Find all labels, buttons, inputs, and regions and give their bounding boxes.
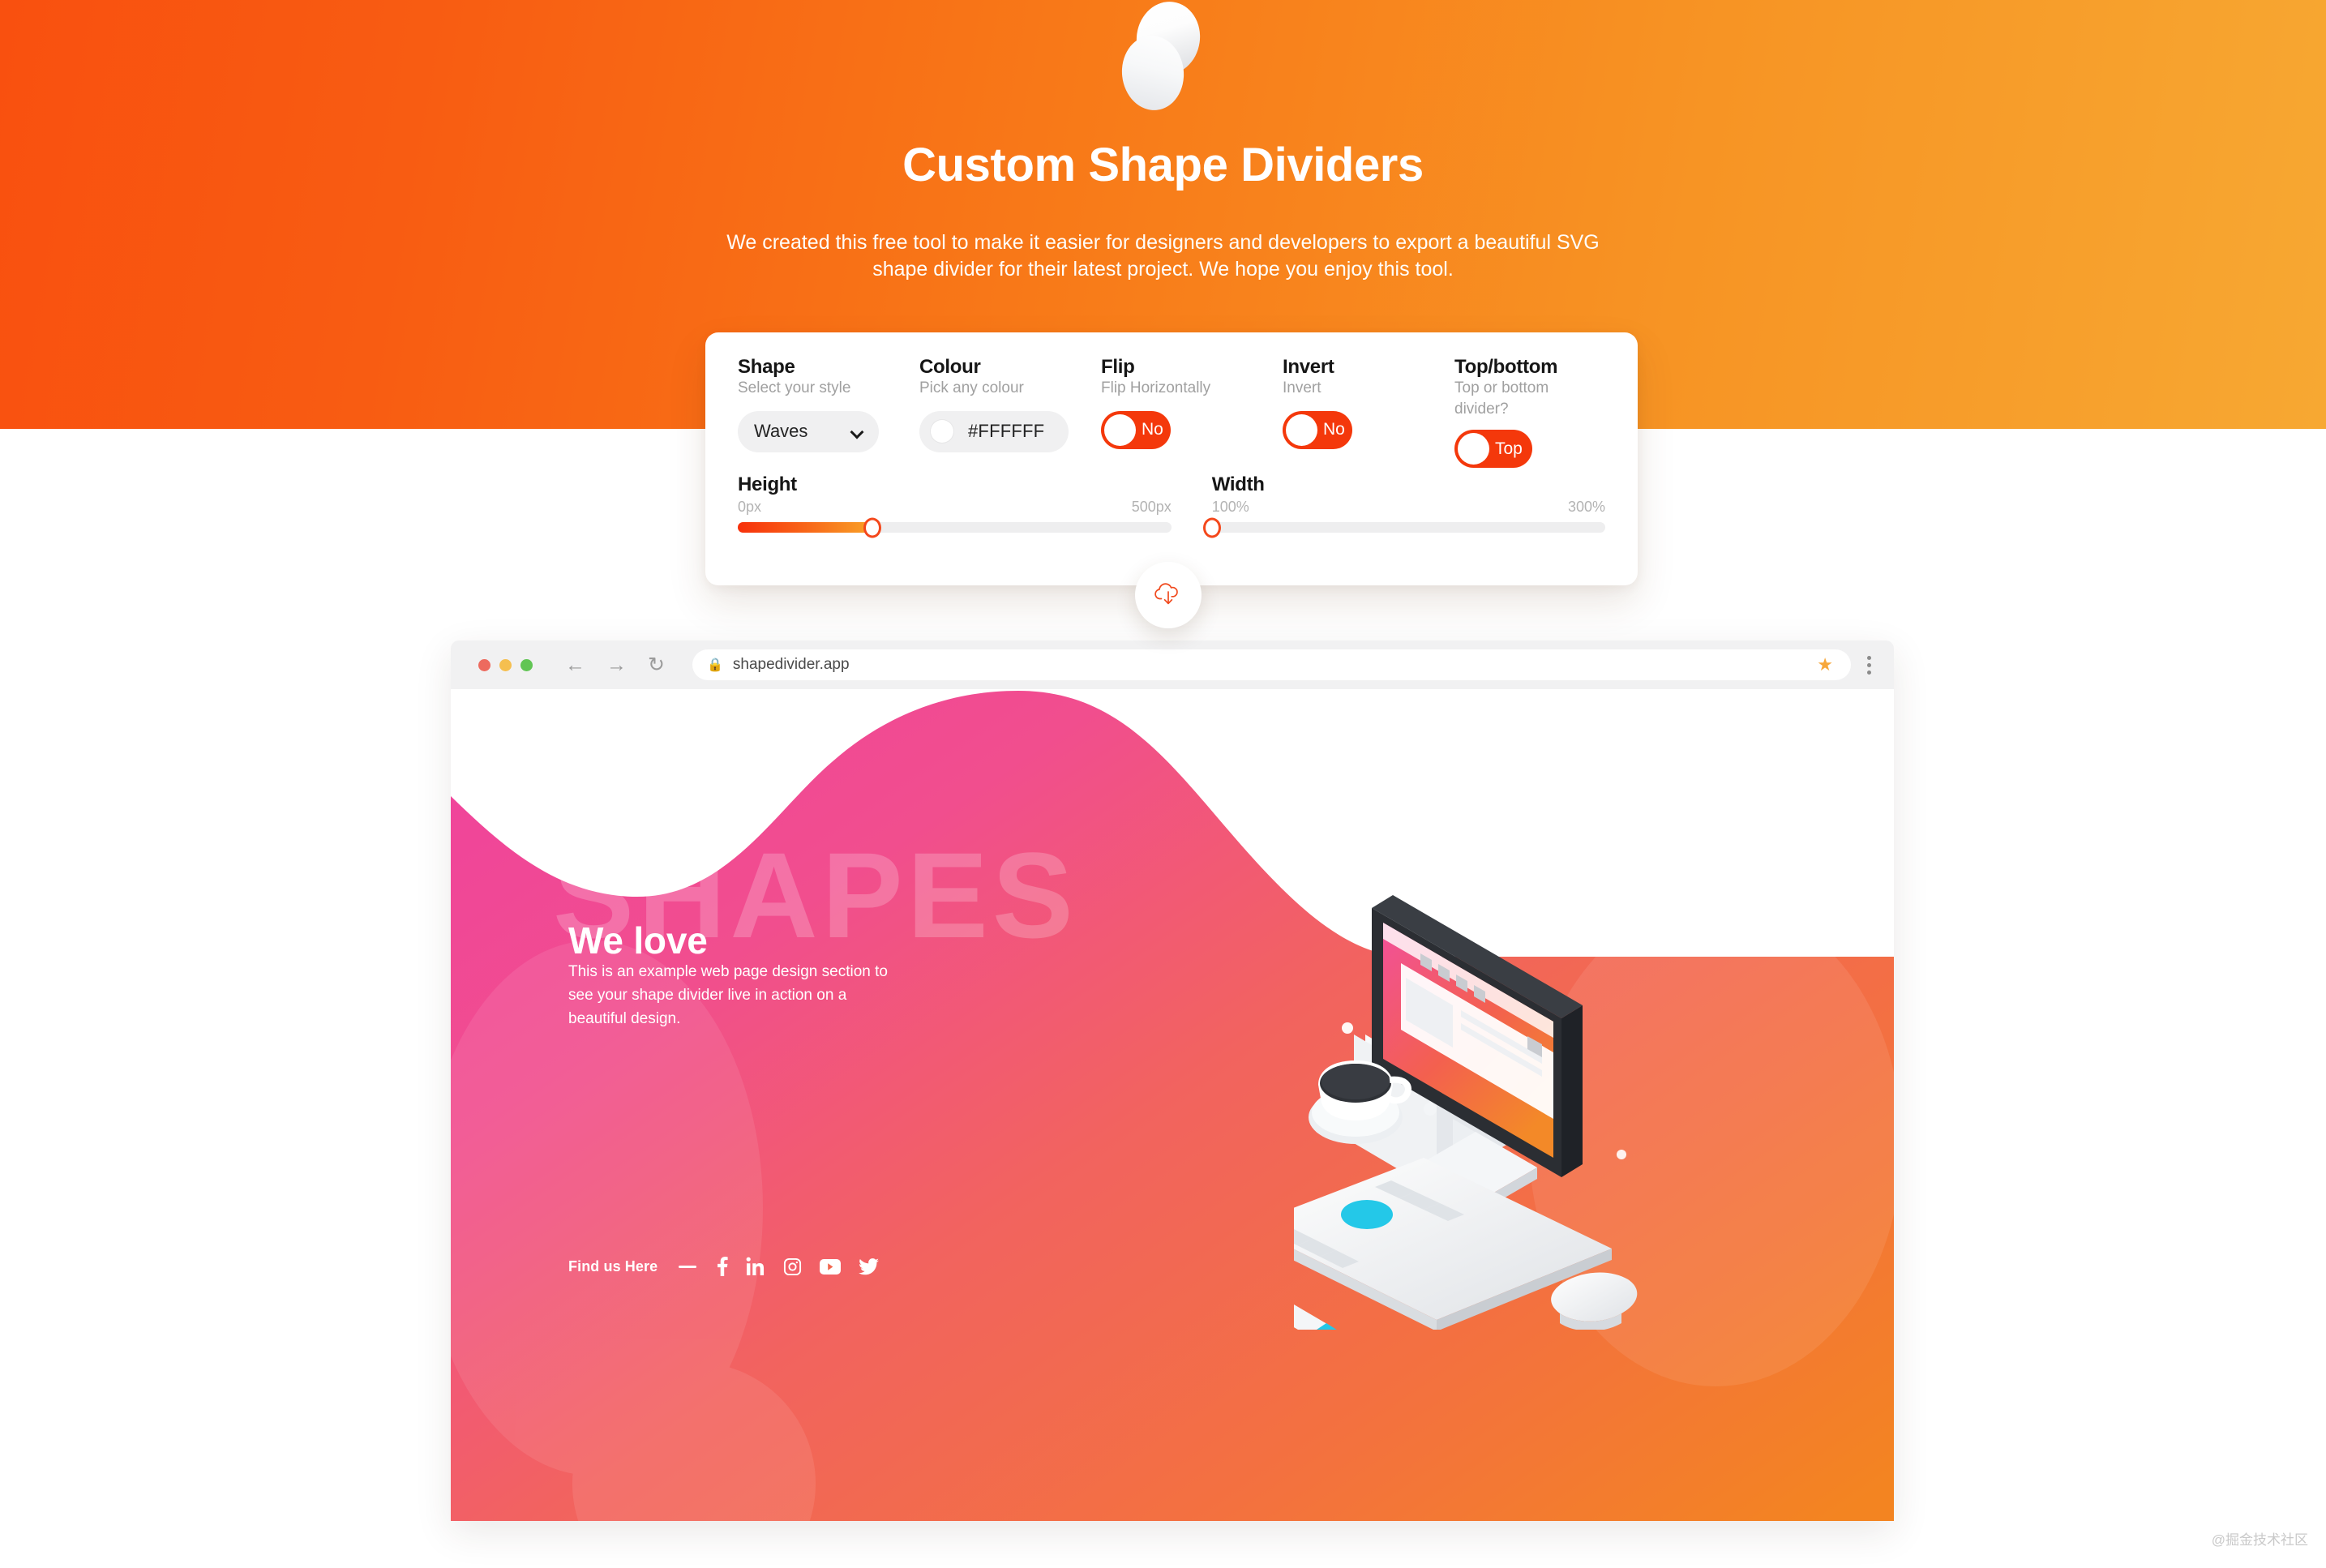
height-max-label: 500px [1131,499,1172,515]
controls-row: Shape Select your style Waves Colour Pic… [738,356,1605,469]
url-text: shapedivider.app [732,656,850,673]
width-min-label: 100% [1211,499,1249,515]
width-slider-thumb[interactable] [1202,517,1221,538]
preview-paragraph: This is an example web page design secti… [568,963,888,1027]
topbottom-label: Top/bottom [1454,356,1558,378]
height-slider-thumb[interactable] [863,517,881,538]
arrow-left-icon[interactable]: ← [565,654,585,675]
invert-toggle-knob [1286,413,1317,446]
arrow-right-icon[interactable]: → [606,654,627,675]
shape-select[interactable]: Waves [738,410,879,452]
topbottom-toggle-state: Top [1495,439,1523,458]
monitor [1354,895,1583,1208]
decor-dot [1617,1150,1626,1159]
linkedin-icon[interactable] [746,1257,765,1276]
minimize-window-icon[interactable] [499,658,512,671]
twitter-icon[interactable] [859,1257,880,1275]
control-flip: Flip Flip Horizontally No [1101,357,1283,449]
flip-toggle[interactable]: No [1101,410,1171,449]
topbottom-toggle[interactable]: Top [1454,430,1532,469]
window-traffic-lights [478,658,533,671]
width-scale: 100% 300% [1212,499,1605,516]
invert-toggle-state: No [1323,420,1345,439]
flip-toggle-knob [1104,413,1136,446]
height-slider[interactable] [738,517,1172,538]
colour-swatch[interactable] [931,420,953,443]
cloud-download-icon [1154,583,1178,605]
browser-toolbar: ← → ↻ 🔒 shapedivider.app ★ [451,640,1894,689]
close-window-icon[interactable] [478,658,490,671]
youtube-icon[interactable] [820,1258,842,1275]
social-label: Find us Here [568,1257,658,1275]
control-width: Width 100% 300% [1202,473,1605,538]
topbottom-toggle-knob [1458,433,1489,465]
height-scale: 0px 500px [738,499,1172,516]
invert-toggle[interactable]: No [1283,410,1352,449]
shapedivider-logo-icon [1118,0,1208,117]
height-slider-fill [738,522,872,533]
shape-label: Shape [738,356,795,378]
social-links: Find us Here [568,1257,880,1276]
computer-mouse [1551,1272,1638,1330]
topbottom-hint: Top or bottom divider? [1454,379,1549,418]
star-icon[interactable]: ★ [1817,654,1833,675]
shape-hint: Select your style [738,379,851,397]
chevron-down-icon [851,427,864,435]
height-min-label: 0px [738,499,762,515]
colour-label: Colour [919,356,981,378]
browser-mockup: ← → ↻ 🔒 shapedivider.app ★ SHAPES We lov… [451,640,1894,1521]
kebab-menu-icon[interactable] [1867,655,1871,675]
control-colour: Colour Pick any colour #FFFFFF [919,357,1101,452]
control-topbottom: Top/bottom Top or bottom divider? Top [1454,356,1605,469]
watermark: @掘金技术社区 [2211,1532,2308,1548]
divider-preview-stage: SHAPES We love This is an example web pa… [451,689,1894,1521]
preview-heading: We love [568,919,708,962]
page-subtitle: We created this free tool to make it eas… [726,231,1600,281]
instagram-icon[interactable] [783,1257,802,1276]
control-invert: Invert Invert No [1283,357,1454,449]
flip-label: Flip [1101,356,1135,378]
control-height: Height 0px 500px [738,473,1172,538]
flip-hint: Flip Horizontally [1101,379,1211,397]
width-max-label: 300% [1567,499,1605,515]
address-bar[interactable]: 🔒 shapedivider.app ★ [692,649,1851,680]
colour-picker[interactable]: #FFFFFF [919,410,1069,452]
control-shape: Shape Select your style Waves [738,357,919,452]
isometric-desk-illustration [1294,895,1638,1330]
sliders-row: Height 0px 500px Width 100% 300% [738,473,1605,538]
colour-hex-value: #FFFFFF [968,421,1045,442]
decor-dot [1342,1022,1353,1034]
width-label: Width [1211,473,1265,495]
page-title: Custom Shape Dividers [902,139,1424,191]
stylus-pen [1294,1305,1337,1330]
lock-icon: 🔒 [706,658,723,672]
invert-label: Invert [1283,356,1334,378]
facebook-icon[interactable] [718,1257,728,1276]
browser-nav-buttons: ← → ↻ [565,654,665,675]
reload-icon[interactable]: ↻ [648,654,665,675]
shape-selected-value: Waves [754,421,808,442]
social-divider-dash [679,1265,697,1268]
maximize-window-icon[interactable] [520,658,533,671]
width-slider[interactable] [1202,517,1605,538]
colour-hint: Pick any colour [919,379,1024,397]
flip-toggle-state: No [1142,420,1163,439]
invert-hint: Invert [1283,379,1321,397]
controls-panel: Shape Select your style Waves Colour Pic… [705,332,1638,585]
height-label: Height [738,473,797,495]
download-button[interactable] [1135,562,1202,628]
